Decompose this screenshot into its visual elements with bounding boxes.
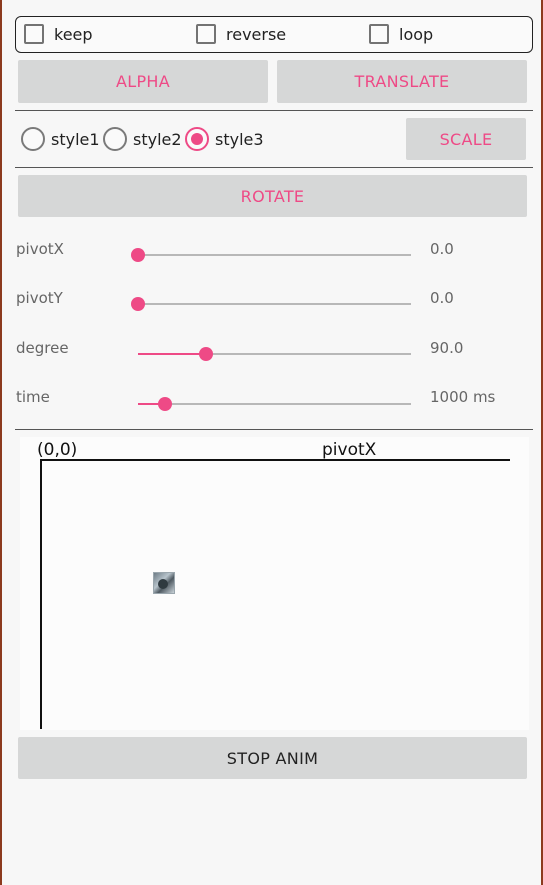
- x-axis-line: [40, 459, 510, 461]
- style2-label: style2: [133, 129, 182, 149]
- pivoty-slider[interactable]: [131, 297, 411, 311]
- radio-dot: [191, 133, 203, 145]
- style3-label: style3: [215, 129, 264, 149]
- reverse-label: reverse: [226, 24, 287, 44]
- reverse-checkbox[interactable]: reverse: [196, 17, 286, 51]
- pivoty-label: pivotY: [16, 289, 63, 307]
- time-label: time: [16, 388, 50, 406]
- divider: [15, 167, 533, 168]
- rotate-button[interactable]: ROTATE: [18, 175, 527, 217]
- app-window: keep reverse loop ALPHA TRANSLATE style1…: [2, 0, 541, 885]
- divider: [15, 110, 533, 111]
- checkbox-icon: [369, 24, 389, 44]
- slider-thumb[interactable]: [131, 248, 145, 262]
- radio-icon: [21, 127, 45, 151]
- style3-radio[interactable]: style3: [185, 124, 264, 154]
- animated-image: [153, 572, 175, 594]
- slider-fill: [138, 353, 207, 355]
- checkbox-icon: [196, 24, 216, 44]
- pivoty-value: 0.0: [430, 289, 454, 307]
- animation-stage: (0,0) pivotX: [20, 437, 529, 730]
- origin-label: (0,0): [37, 440, 78, 460]
- style2-radio[interactable]: style2: [103, 124, 182, 154]
- x-axis-label: pivotX: [322, 440, 377, 460]
- options-group: keep reverse loop: [15, 16, 533, 53]
- time-value: 1000 ms: [430, 388, 496, 406]
- loop-label: loop: [399, 24, 434, 44]
- divider: [15, 429, 533, 430]
- pivotx-value: 0.0: [430, 240, 454, 258]
- style1-label: style1: [51, 129, 100, 149]
- loop-checkbox[interactable]: loop: [369, 17, 433, 51]
- degree-value: 90.0: [430, 339, 464, 357]
- slider-thumb[interactable]: [131, 297, 145, 311]
- keep-label: keep: [54, 24, 93, 44]
- style1-radio[interactable]: style1: [21, 124, 100, 154]
- degree-label: degree: [16, 339, 69, 357]
- stop-anim-button[interactable]: STOP ANIM: [18, 737, 527, 779]
- pivotx-label: pivotX: [16, 240, 64, 258]
- time-slider[interactable]: [138, 397, 411, 411]
- pivotx-slider[interactable]: [131, 248, 411, 262]
- alpha-button[interactable]: ALPHA: [18, 60, 268, 103]
- checkbox-icon: [24, 24, 44, 44]
- radio-icon: [103, 127, 127, 151]
- translate-button[interactable]: TRANSLATE: [277, 60, 527, 103]
- radio-selected-icon: [185, 127, 209, 151]
- slider-thumb[interactable]: [158, 397, 173, 411]
- scale-button[interactable]: SCALE: [406, 118, 526, 160]
- keep-checkbox[interactable]: keep: [24, 17, 93, 51]
- y-axis-line: [40, 459, 42, 729]
- slider-thumb[interactable]: [199, 347, 214, 361]
- degree-slider[interactable]: [138, 347, 411, 361]
